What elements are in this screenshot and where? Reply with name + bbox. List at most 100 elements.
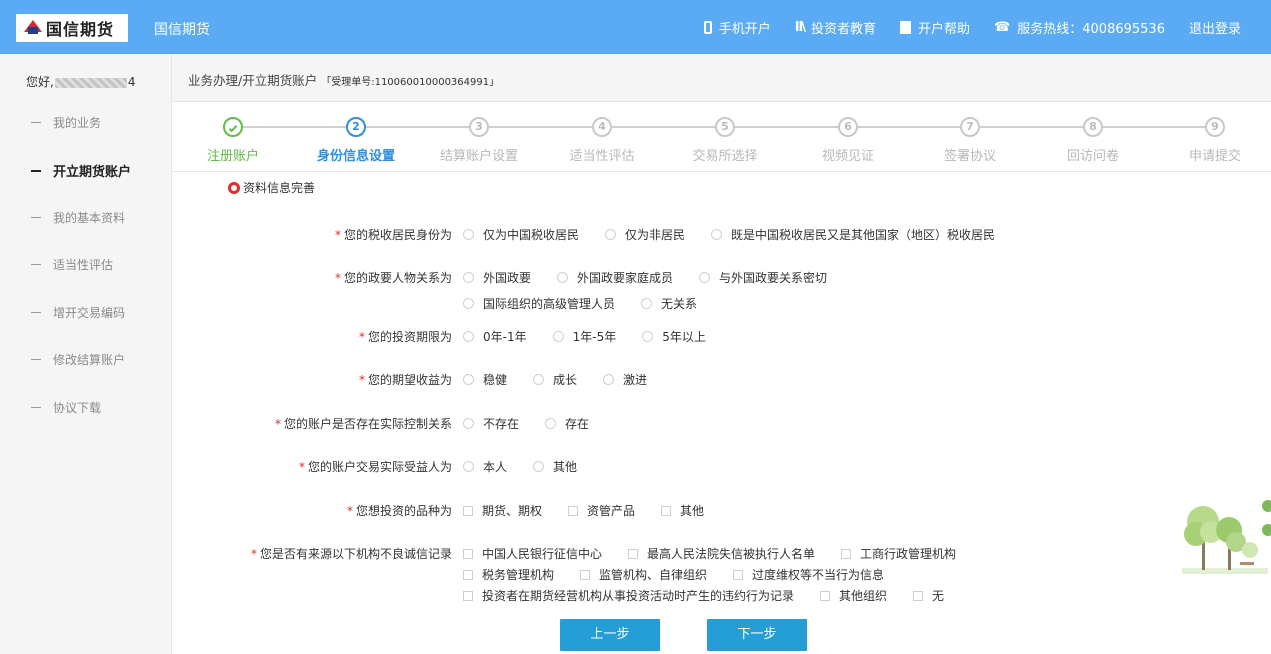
radio-option[interactable]: 仅为中国税收居民 [463,226,579,243]
nav-label: 服务热线：4008695536 [1017,22,1165,37]
checkbox-option[interactable]: 其他组织 [820,587,887,604]
option-line: 税务管理机构 监管机构、自律组织 过度维权等不当行为信息 [463,566,982,587]
radio-button[interactable] [463,374,474,385]
required-mark: * [298,460,305,474]
sidebar-item-open-futures-account[interactable]: 开立期货账户 [31,161,131,180]
radio-option[interactable]: 1年-5年 [552,328,616,345]
radio-option[interactable]: 其他 [533,458,577,475]
radio-button[interactable] [605,229,617,240]
option-line: 本人 其他 [463,458,603,484]
question-label: * 您的政要人物关系为 [335,269,452,286]
radio-button[interactable] [642,331,654,342]
radio-button[interactable] [463,298,474,309]
step-label: 交易所选择 [692,149,758,164]
checkbox-option[interactable]: 无 [913,587,944,604]
account-help-link[interactable]: 开户帮助 [900,18,970,37]
checkbox[interactable] [580,569,591,580]
step-number: 3 [469,117,489,137]
checkbox-option[interactable]: 监管机构、自律组织 [580,566,707,583]
investor-education-link[interactable]: Ⅱ\ 投资者教育 [795,18,876,37]
radio-option[interactable]: 激进 [603,371,647,388]
logo-text: 国信期货 [46,20,115,39]
checkbox[interactable] [733,569,744,580]
checkbox[interactable] [463,548,473,559]
next-step-button[interactable]: 下一步 [707,619,807,651]
radio-button[interactable] [463,418,474,429]
option-line: 投资者在期货经营机构从事投资活动时产生的违约行为记录 其他组织 无 [463,587,982,608]
radio-option[interactable]: 国际组织的高级管理人员 [463,295,615,312]
radio-option[interactable]: 0年-1年 [463,328,527,345]
brand-link[interactable]: 国信期货 [154,19,210,39]
radio-button[interactable] [463,229,474,240]
radio-button[interactable] [533,374,545,385]
radio-option[interactable]: 既是中国税收居民又是其他国家（地区）税收居民 [711,226,995,243]
sidebar-item-my-business[interactable]: 我的业务 [31,114,101,131]
checkbox[interactable] [568,505,579,516]
radio-option[interactable]: 仅为非居民 [605,226,685,243]
radio-option[interactable]: 稳健 [463,371,507,388]
radio-option[interactable]: 5年以上 [642,328,706,345]
checkbox-option[interactable]: 投资者在期货经营机构从事投资活动时产生的违约行为记录 [463,587,794,604]
radio-button[interactable] [711,229,723,240]
radio-option[interactable]: 外国政要家庭成员 [557,269,673,286]
sidebar-item-add-trading-code[interactable]: 增开交易编码 [31,304,125,321]
required-mark: * [346,504,353,518]
radio-option[interactable]: 本人 [463,458,507,475]
checkbox-option[interactable]: 工商行政管理机构 [841,545,956,562]
radio-option[interactable]: 成长 [533,371,577,388]
checkbox[interactable] [913,590,924,601]
radio-group: 不存在 存在 [463,415,615,441]
telephone-icon: ☎ [994,20,1011,35]
step-label: 注册账户 [206,149,259,164]
checkbox-option[interactable]: 税务管理机构 [463,566,554,583]
checkbox[interactable] [628,548,639,559]
checkbox[interactable] [463,590,473,601]
checkbox[interactable] [820,590,831,601]
radio-option[interactable]: 与外国政要关系密切 [699,269,827,286]
step-number: 4 [592,117,612,137]
mobile-open-account-link[interactable]: 手机开户 [703,18,771,37]
logout-link[interactable]: 退出登录 [1189,18,1241,37]
option-label: 成长 [553,373,578,387]
prev-step-button[interactable]: 上一步 [560,619,660,651]
radio-button[interactable] [463,461,474,472]
sidebar-item-agreement-download[interactable]: 协议下载 [31,399,101,416]
radio-button[interactable] [557,272,569,283]
question-label: * 您的税收居民身份为 [335,226,452,243]
radio-button[interactable] [603,374,615,385]
sidebar-item-my-profile[interactable]: 我的基本资料 [31,209,125,226]
question-text: 您想投资的品种为 [355,504,452,518]
radio-button[interactable] [463,331,474,342]
checkbox[interactable] [463,505,473,516]
checkbox-option[interactable]: 最高人民法院失信被执行人名单 [628,545,815,562]
dash-icon [31,312,41,313]
radio-button[interactable] [545,418,557,429]
checkbox-option[interactable]: 期货、期权 [463,502,542,519]
checkbox[interactable] [463,569,473,580]
checkbox[interactable] [841,548,852,559]
dash-icon [31,169,41,172]
checkbox-option[interactable]: 资管产品 [568,502,635,519]
logo[interactable]: 国信期货 [16,14,128,42]
checkbox[interactable] [661,505,672,516]
radio-button[interactable] [463,272,474,283]
option-line: 中国人民银行征信中心 最高人民法院失信被执行人名单 工商行政管理机构 [463,545,982,566]
checkbox-option[interactable]: 过度维权等不当行为信息 [733,566,884,583]
radio-option[interactable]: 无关系 [641,295,697,312]
radio-button[interactable] [533,461,545,472]
checkbox-option[interactable]: 中国人民银行征信中心 [463,545,602,562]
radio-option[interactable]: 外国政要 [463,269,531,286]
sidebar-item-suitability-assessment[interactable]: 适当性评估 [31,256,113,273]
required-mark: * [250,547,257,561]
sidebar-item-modify-settlement-account[interactable]: 修改结算账户 [31,351,125,368]
option-label: 其他组织 [839,589,888,603]
radio-button[interactable] [641,298,653,309]
sidebar-item-label: 我的基本资料 [53,211,126,225]
radio-option[interactable]: 存在 [545,415,589,432]
option-label: 无 [932,589,945,603]
radio-button[interactable] [552,331,564,342]
radio-option[interactable]: 不存在 [463,415,519,432]
radio-button[interactable] [699,272,711,283]
step-label: 身份信息设置 [316,149,395,164]
checkbox-option[interactable]: 其他 [661,502,704,519]
